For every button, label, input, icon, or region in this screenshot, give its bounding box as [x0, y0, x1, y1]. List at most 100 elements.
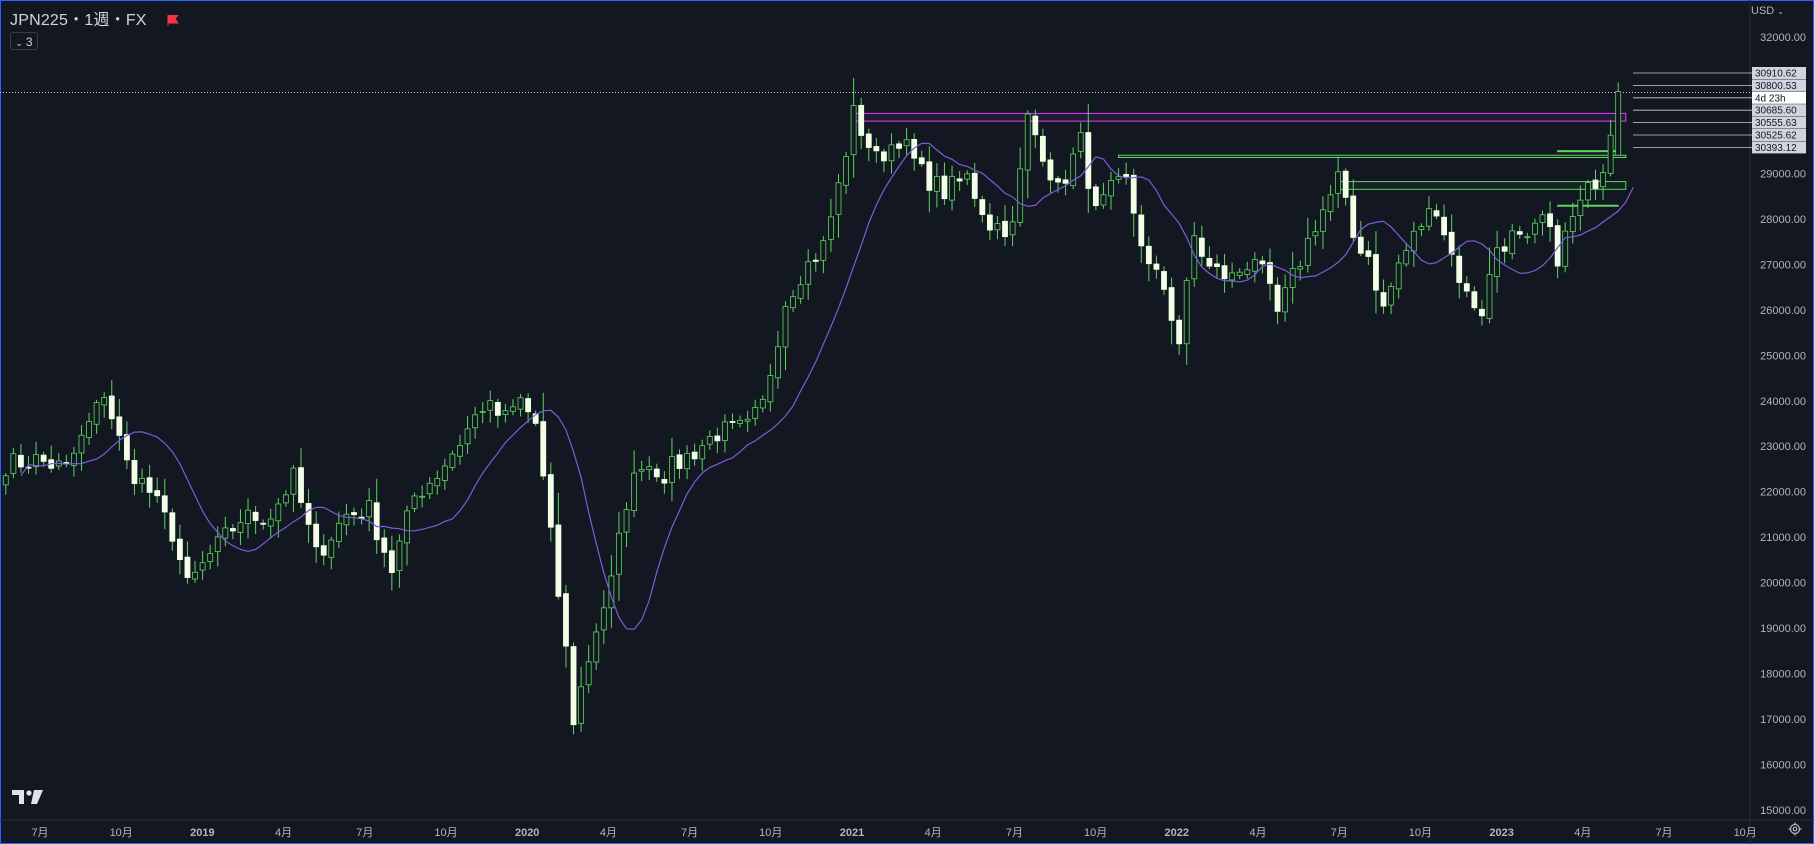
candle-body[interactable] — [184, 556, 191, 578]
candle-body[interactable] — [1335, 171, 1342, 194]
candle-body[interactable] — [1259, 260, 1266, 265]
candle-body[interactable] — [1304, 237, 1311, 266]
candle-body[interactable] — [237, 522, 244, 533]
candle-body[interactable] — [1039, 135, 1046, 162]
candle-body[interactable] — [1251, 259, 1258, 272]
candle-body[interactable] — [964, 173, 971, 180]
candle-body[interactable] — [759, 398, 766, 409]
candle-body[interactable] — [638, 469, 645, 472]
candle-body[interactable] — [1501, 246, 1508, 252]
candle-body[interactable] — [176, 538, 183, 561]
candle-body[interactable] — [93, 402, 100, 425]
candle-body[interactable] — [1539, 214, 1546, 223]
candle-body[interactable] — [1176, 319, 1183, 345]
candle-body[interactable] — [351, 512, 357, 516]
candle-body[interactable] — [1145, 245, 1152, 265]
candle-body[interactable] — [313, 523, 320, 548]
candle-body[interactable] — [396, 540, 403, 571]
candle-body[interactable] — [1403, 250, 1410, 265]
candle-body[interactable] — [722, 421, 728, 441]
candle-body[interactable] — [1138, 214, 1145, 247]
candle-body[interactable] — [1388, 286, 1394, 306]
candle-body[interactable] — [1562, 230, 1569, 267]
candle-body[interactable] — [653, 468, 660, 478]
candle-body[interactable] — [956, 178, 963, 182]
candle-body[interactable] — [199, 562, 206, 571]
candle-body[interactable] — [1577, 199, 1584, 217]
candle-body[interactable] — [366, 500, 373, 518]
candle-body[interactable] — [1380, 292, 1387, 307]
candle-body[interactable] — [828, 216, 834, 240]
candle-body[interactable] — [555, 524, 562, 597]
candle-body[interactable] — [282, 494, 289, 504]
candle-body[interactable] — [320, 545, 327, 556]
candle-body[interactable] — [404, 510, 410, 544]
candle-body[interactable] — [1198, 237, 1205, 257]
candle-body[interactable] — [585, 661, 592, 686]
candle-body[interactable] — [1357, 236, 1364, 254]
candle-body[interactable] — [192, 571, 198, 580]
candle-body[interactable] — [1077, 132, 1084, 152]
candle-body[interactable] — [1183, 280, 1190, 345]
candle-body[interactable] — [669, 456, 675, 483]
candle-body[interactable] — [487, 400, 494, 411]
candle-body[interactable] — [1282, 287, 1289, 313]
candle-body[interactable] — [858, 104, 865, 136]
candle-body[interactable] — [1100, 194, 1107, 206]
candle-body[interactable] — [646, 466, 653, 471]
indicators-toggle-button[interactable]: ⌄ 3 — [10, 32, 38, 50]
candle-body[interactable] — [623, 509, 630, 533]
candle-body[interactable] — [699, 445, 706, 460]
candle-body[interactable] — [1433, 210, 1440, 217]
candle-body[interactable] — [1426, 208, 1432, 227]
candle-body[interactable] — [1532, 222, 1538, 235]
candle-body[interactable] — [40, 454, 47, 462]
candle-body[interactable] — [434, 478, 441, 487]
candle-body[interactable] — [1289, 268, 1296, 288]
candle-body[interactable] — [10, 453, 17, 474]
candle-body[interactable] — [540, 421, 547, 477]
candle-body[interactable] — [737, 419, 743, 424]
candle-body[interactable] — [790, 296, 796, 309]
candle-body[interactable] — [419, 495, 426, 498]
flag-icon[interactable] — [167, 15, 180, 26]
support-zone[interactable] — [1118, 154, 1627, 158]
candle-body[interactable] — [298, 467, 304, 503]
candle-body[interactable] — [169, 512, 176, 542]
candle-body[interactable] — [124, 434, 130, 461]
candle-body[interactable] — [812, 259, 819, 262]
candle-body[interactable] — [979, 199, 986, 215]
candle-body[interactable] — [941, 175, 948, 200]
candle-body[interactable] — [457, 445, 463, 457]
candle-body[interactable] — [1456, 255, 1463, 283]
candle-body[interactable] — [328, 539, 335, 558]
candle-body[interactable] — [600, 607, 607, 631]
candle-body[interactable] — [1365, 250, 1372, 257]
candle-body[interactable] — [805, 261, 812, 285]
candle-body[interactable] — [1373, 254, 1379, 291]
candle-body[interactable] — [994, 223, 1001, 231]
tradingview-logo-icon[interactable] — [12, 788, 44, 806]
candle-body[interactable] — [744, 418, 751, 422]
candle-body[interactable] — [729, 421, 736, 423]
candle-body[interactable] — [214, 536, 221, 552]
candle-body[interactable] — [18, 454, 24, 468]
candle-body[interactable] — [131, 460, 138, 485]
candle-body[interactable] — [986, 214, 993, 231]
candle-body[interactable] — [86, 421, 92, 438]
candle-body[interactable] — [767, 375, 774, 403]
candle-body[interactable] — [335, 522, 342, 542]
candle-body[interactable] — [1009, 221, 1016, 236]
candle-body[interactable] — [441, 465, 448, 481]
candle-body[interactable] — [2, 475, 9, 486]
candle-body[interactable] — [616, 532, 622, 575]
candle-body[interactable] — [1418, 226, 1425, 230]
candle-body[interactable] — [676, 454, 683, 469]
symbol-title[interactable]: JPN225・1週・FX — [10, 6, 180, 30]
candle-body[interactable] — [1600, 172, 1606, 188]
candle-body[interactable] — [245, 509, 251, 525]
candle-body[interactable] — [146, 477, 153, 493]
candle-body[interactable] — [563, 593, 569, 647]
candle-body[interactable] — [1479, 308, 1485, 317]
candle-body[interactable] — [843, 156, 849, 186]
